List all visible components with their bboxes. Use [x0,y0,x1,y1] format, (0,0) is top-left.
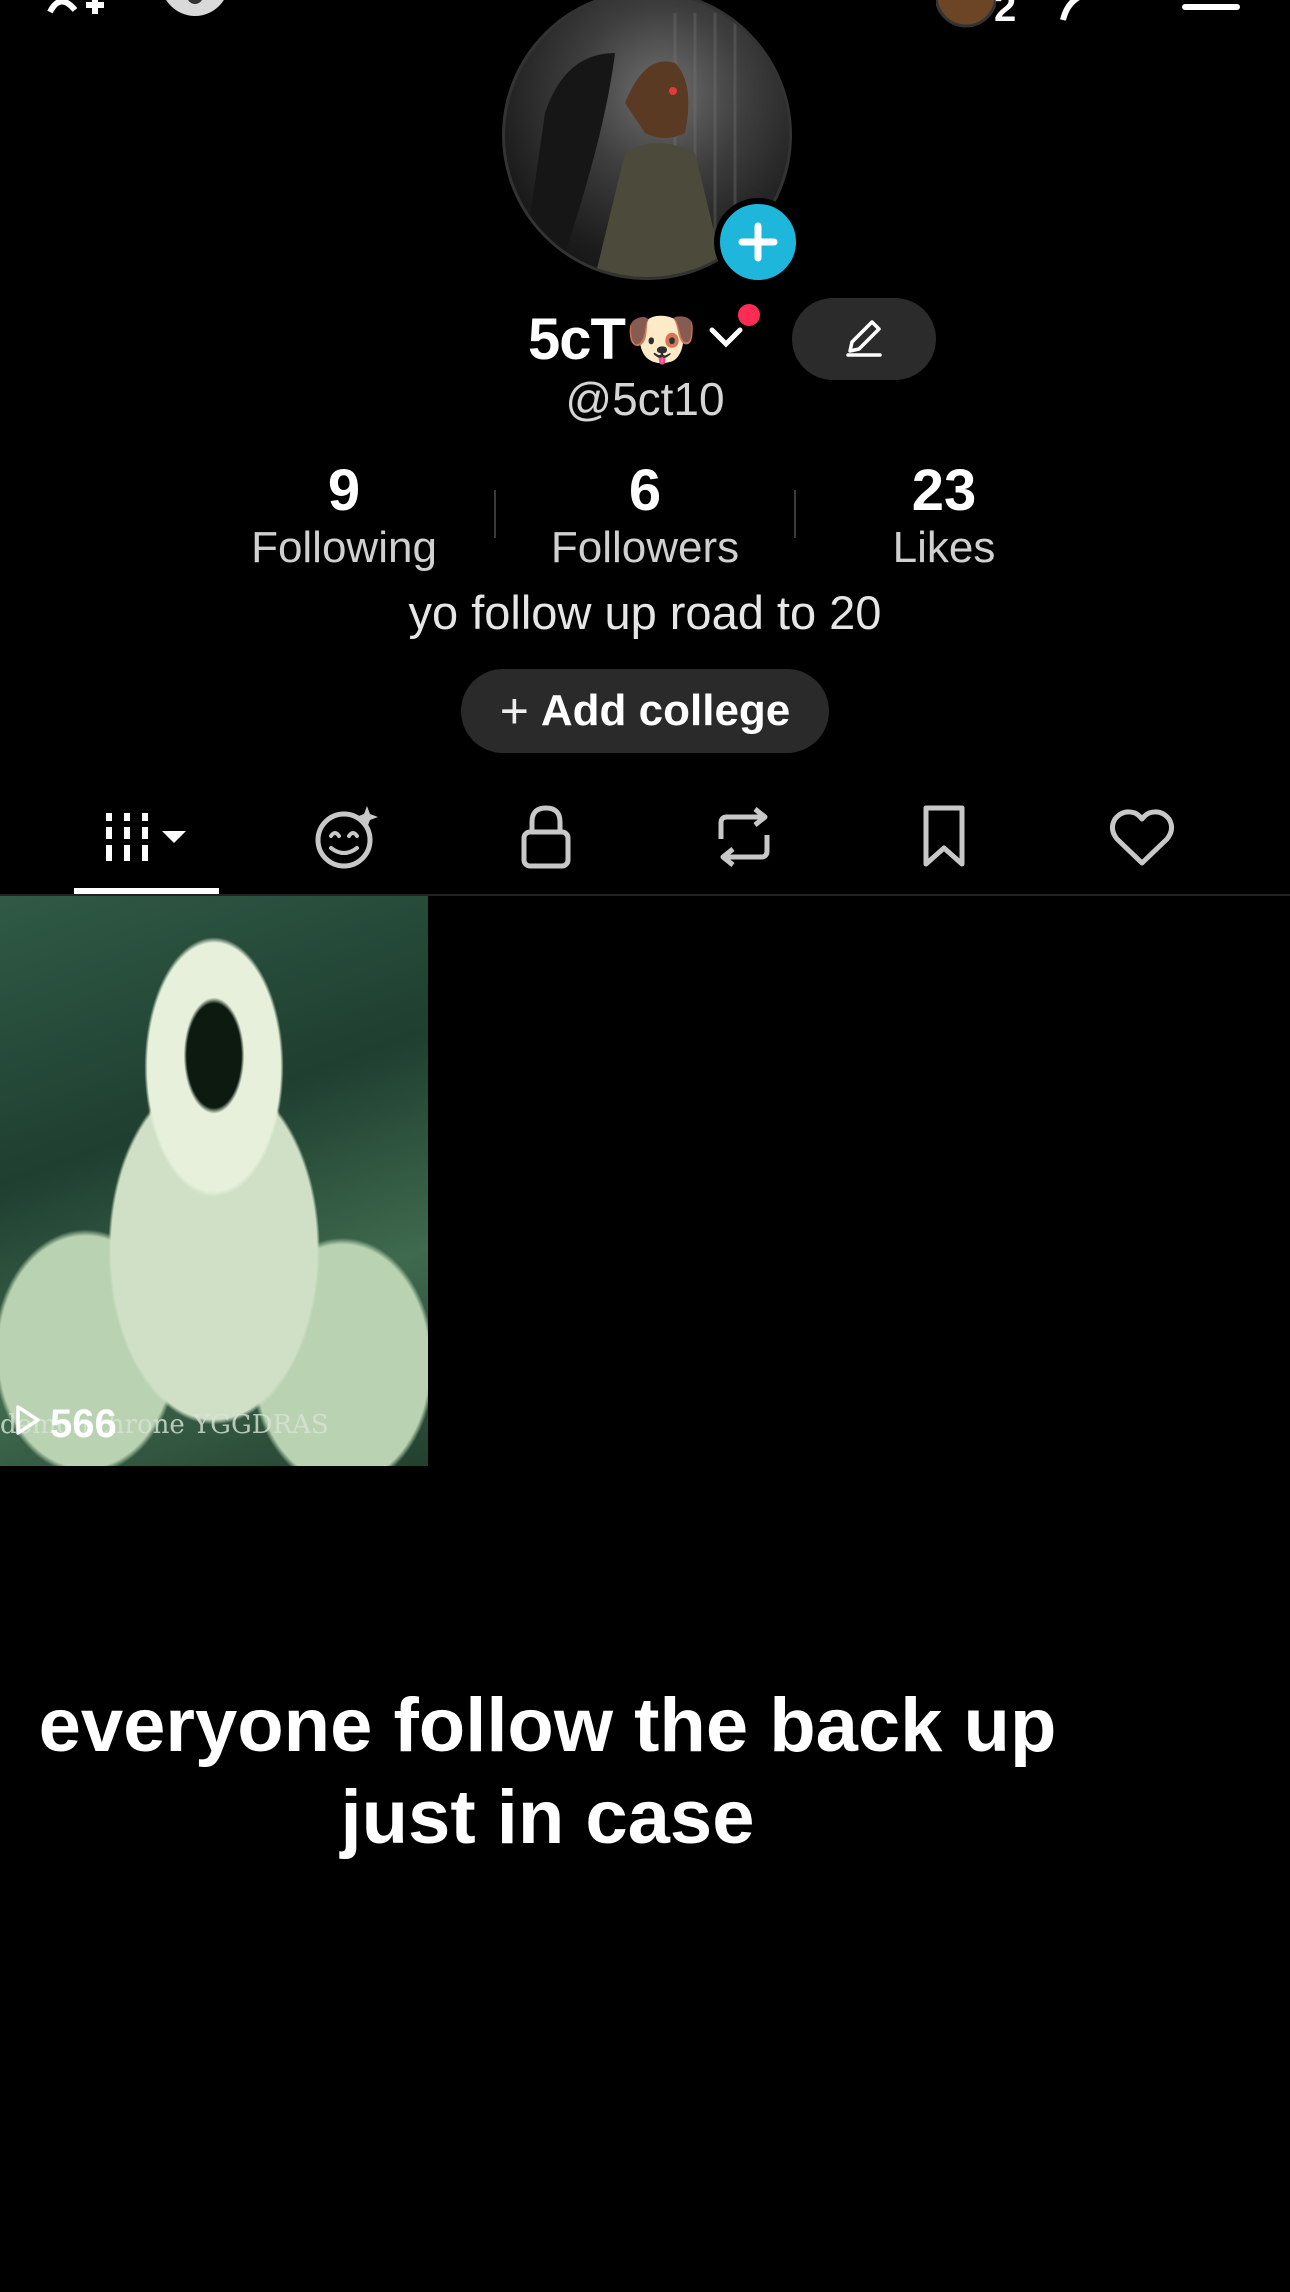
tab-liked[interactable] [1092,804,1192,874]
heart-icon [1107,805,1177,874]
share-icon[interactable] [1055,0,1125,31]
likes-count: 23 [911,458,977,523]
add-college-label: Add college [540,686,791,735]
add-friend-icon[interactable] [40,0,120,27]
edit-profile-button[interactable] [792,298,936,380]
stat-followers[interactable]: 6 Followers [515,458,775,572]
view-count-value: 566 [50,1402,117,1446]
notification-dot [738,304,760,326]
followers-label: Followers [550,523,740,572]
tab-reposts[interactable] [694,804,794,874]
bio: yo follow up road to 20 [408,586,882,639]
add-college-button[interactable]: + Add college [461,669,829,753]
reposted-face-icon [311,802,381,877]
menu-icon[interactable] [1180,0,1244,25]
profile-tabs [0,790,1290,896]
display-name: 5cT🐶 [528,307,697,372]
soccer-ball-icon[interactable] [160,0,230,27]
username-handle: @5ct10 [565,373,725,425]
following-count: 9 [327,458,361,523]
pencil-icon [842,315,886,364]
plus-icon: + [499,683,529,739]
add-story-button[interactable] [714,198,802,286]
stat-divider [494,490,496,538]
bookmark-icon [916,802,972,877]
repost-icon [709,805,779,874]
chevron-down-icon[interactable] [706,322,746,357]
grid-icon [98,807,194,872]
active-tab-indicator [74,888,219,894]
stat-likes[interactable]: 23 Likes [814,458,1074,572]
tab-favorites[interactable] [894,804,994,874]
likes-label: Likes [892,523,996,572]
story-avatar-icon[interactable] [934,0,998,33]
tab-private[interactable] [496,804,596,874]
view-count: 566 [14,1402,117,1447]
notification-count: 2 [994,0,1017,30]
stat-divider [794,490,796,538]
tab-videos[interactable] [96,804,196,874]
followers-count: 6 [628,458,662,523]
stat-following[interactable]: 9 Following [214,458,474,572]
following-label: Following [251,523,437,572]
play-icon [14,1402,42,1447]
username-row: 5cT🐶 [0,300,1290,380]
caption-text: everyone follow the back up just in case [38,1683,1057,1860]
lock-icon [516,802,576,877]
tab-reposted[interactable] [296,804,396,874]
video-thumbnail[interactable]: demon throne YGGDRAS 566 [0,896,428,1466]
